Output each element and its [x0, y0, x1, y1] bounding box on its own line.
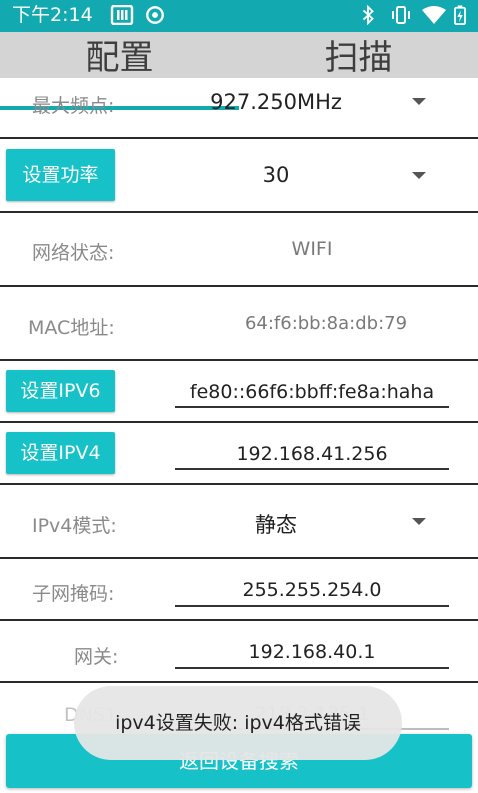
subnet-input[interactable]: 255.255.254.0 — [175, 575, 449, 607]
error-toast: ipv4设置失败: ipv4格式错误 — [74, 686, 402, 760]
status-time: 下午2:14 — [12, 4, 93, 26]
divider — [0, 619, 478, 621]
data-saver-icon — [146, 6, 164, 24]
divider — [0, 359, 478, 361]
tab-scan[interactable]: 扫描 — [239, 32, 478, 78]
set-ipv6-button[interactable]: 设置IPV6 — [6, 370, 115, 412]
divider — [0, 681, 478, 683]
network-status-value: WIFI — [291, 238, 333, 260]
sim-card-icon — [110, 5, 134, 25]
ipv4-mode-label: IPv4模式: — [32, 515, 117, 537]
divider — [0, 285, 478, 287]
divider — [0, 137, 478, 139]
set-power-button[interactable]: 设置功率 — [6, 149, 115, 201]
ipv4-mode-spinner[interactable]: 静态 — [216, 509, 336, 539]
chevron-down-icon[interactable] — [412, 518, 426, 525]
divider — [0, 211, 478, 213]
gateway-input[interactable]: 192.168.40.1 — [175, 637, 449, 669]
power-spinner[interactable]: 30 — [206, 163, 346, 187]
divider — [0, 483, 478, 485]
tab-config[interactable]: 配置 — [0, 32, 239, 78]
mac-label: MAC地址: — [28, 317, 115, 339]
chevron-down-icon[interactable] — [412, 172, 426, 179]
set-ipv4-button[interactable]: 设置IPV4 — [6, 432, 115, 474]
battery-charging-icon — [454, 5, 466, 25]
mac-value: 64:f6:bb:8a:db:79 — [244, 313, 408, 334]
divider — [0, 557, 478, 559]
gateway-label: 网关: — [74, 646, 119, 668]
chevron-down-icon[interactable] — [412, 98, 426, 105]
subnet-label: 子网掩码: — [32, 583, 115, 605]
ipv6-input[interactable]: fe80::66f6:bbff:fe8a:haha — [175, 378, 449, 408]
status-bar: 下午2:14 — [0, 0, 478, 32]
max-freq-label: 最大频点: — [32, 95, 115, 117]
tab-bar: 配置 扫描 — [0, 32, 478, 110]
bluetooth-icon — [362, 5, 374, 25]
wifi-icon — [422, 6, 446, 24]
vibrate-icon — [392, 6, 410, 24]
divider — [0, 421, 478, 423]
max-freq-spinner[interactable]: 927.250MHz — [176, 90, 376, 114]
network-status-label: 网络状态: — [32, 242, 115, 264]
ipv4-input[interactable]: 192.168.41.256 — [175, 440, 449, 470]
